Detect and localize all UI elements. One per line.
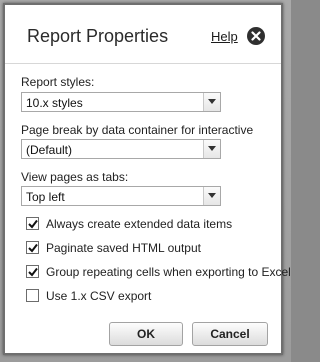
report-styles-dropdown-button[interactable] [203,93,220,111]
ok-button[interactable]: OK [109,322,183,346]
group-repeating-cells-checkbox[interactable] [26,265,39,278]
help-link[interactable]: Help [211,29,238,44]
report-styles-value: 10.x styles [26,96,83,110]
chevron-down-icon [208,146,216,151]
check-icon [28,243,38,253]
view-pages-label: View pages as tabs: [21,170,129,184]
report-properties-dialog: Report Properties Help Report styles: 10… [3,3,291,355]
view-pages-value: Top left [26,190,65,204]
page-break-dropdown-button[interactable] [203,140,220,158]
group-repeating-cells-label: Group repeating cells when exporting to … [46,265,291,279]
page-break-value: (Default) [26,143,73,157]
chevron-down-icon [208,99,216,104]
check-icon [28,219,38,229]
chevron-down-icon [208,193,216,198]
extended-data-items-checkbox[interactable] [26,217,39,230]
check-icon [28,267,38,277]
csv-export-label: Use 1.x CSV export [46,289,152,303]
view-pages-dropdown-button[interactable] [203,187,220,205]
paginate-html-checkbox[interactable] [26,241,39,254]
report-styles-label: Report styles: [21,75,95,89]
page-break-select[interactable]: (Default) [21,139,221,159]
cancel-button[interactable]: Cancel [192,322,268,346]
report-styles-select[interactable]: 10.x styles [21,92,221,112]
dialog-title: Report Properties [27,26,169,46]
close-button[interactable] [247,27,265,45]
view-pages-select[interactable]: Top left [21,186,221,206]
close-icon [251,31,261,41]
csv-export-checkbox[interactable] [26,289,39,302]
dialog-header: Report Properties Help [5,5,281,64]
paginate-html-label: Paginate saved HTML output [46,241,201,255]
extended-data-items-label: Always create extended data items [46,217,233,231]
